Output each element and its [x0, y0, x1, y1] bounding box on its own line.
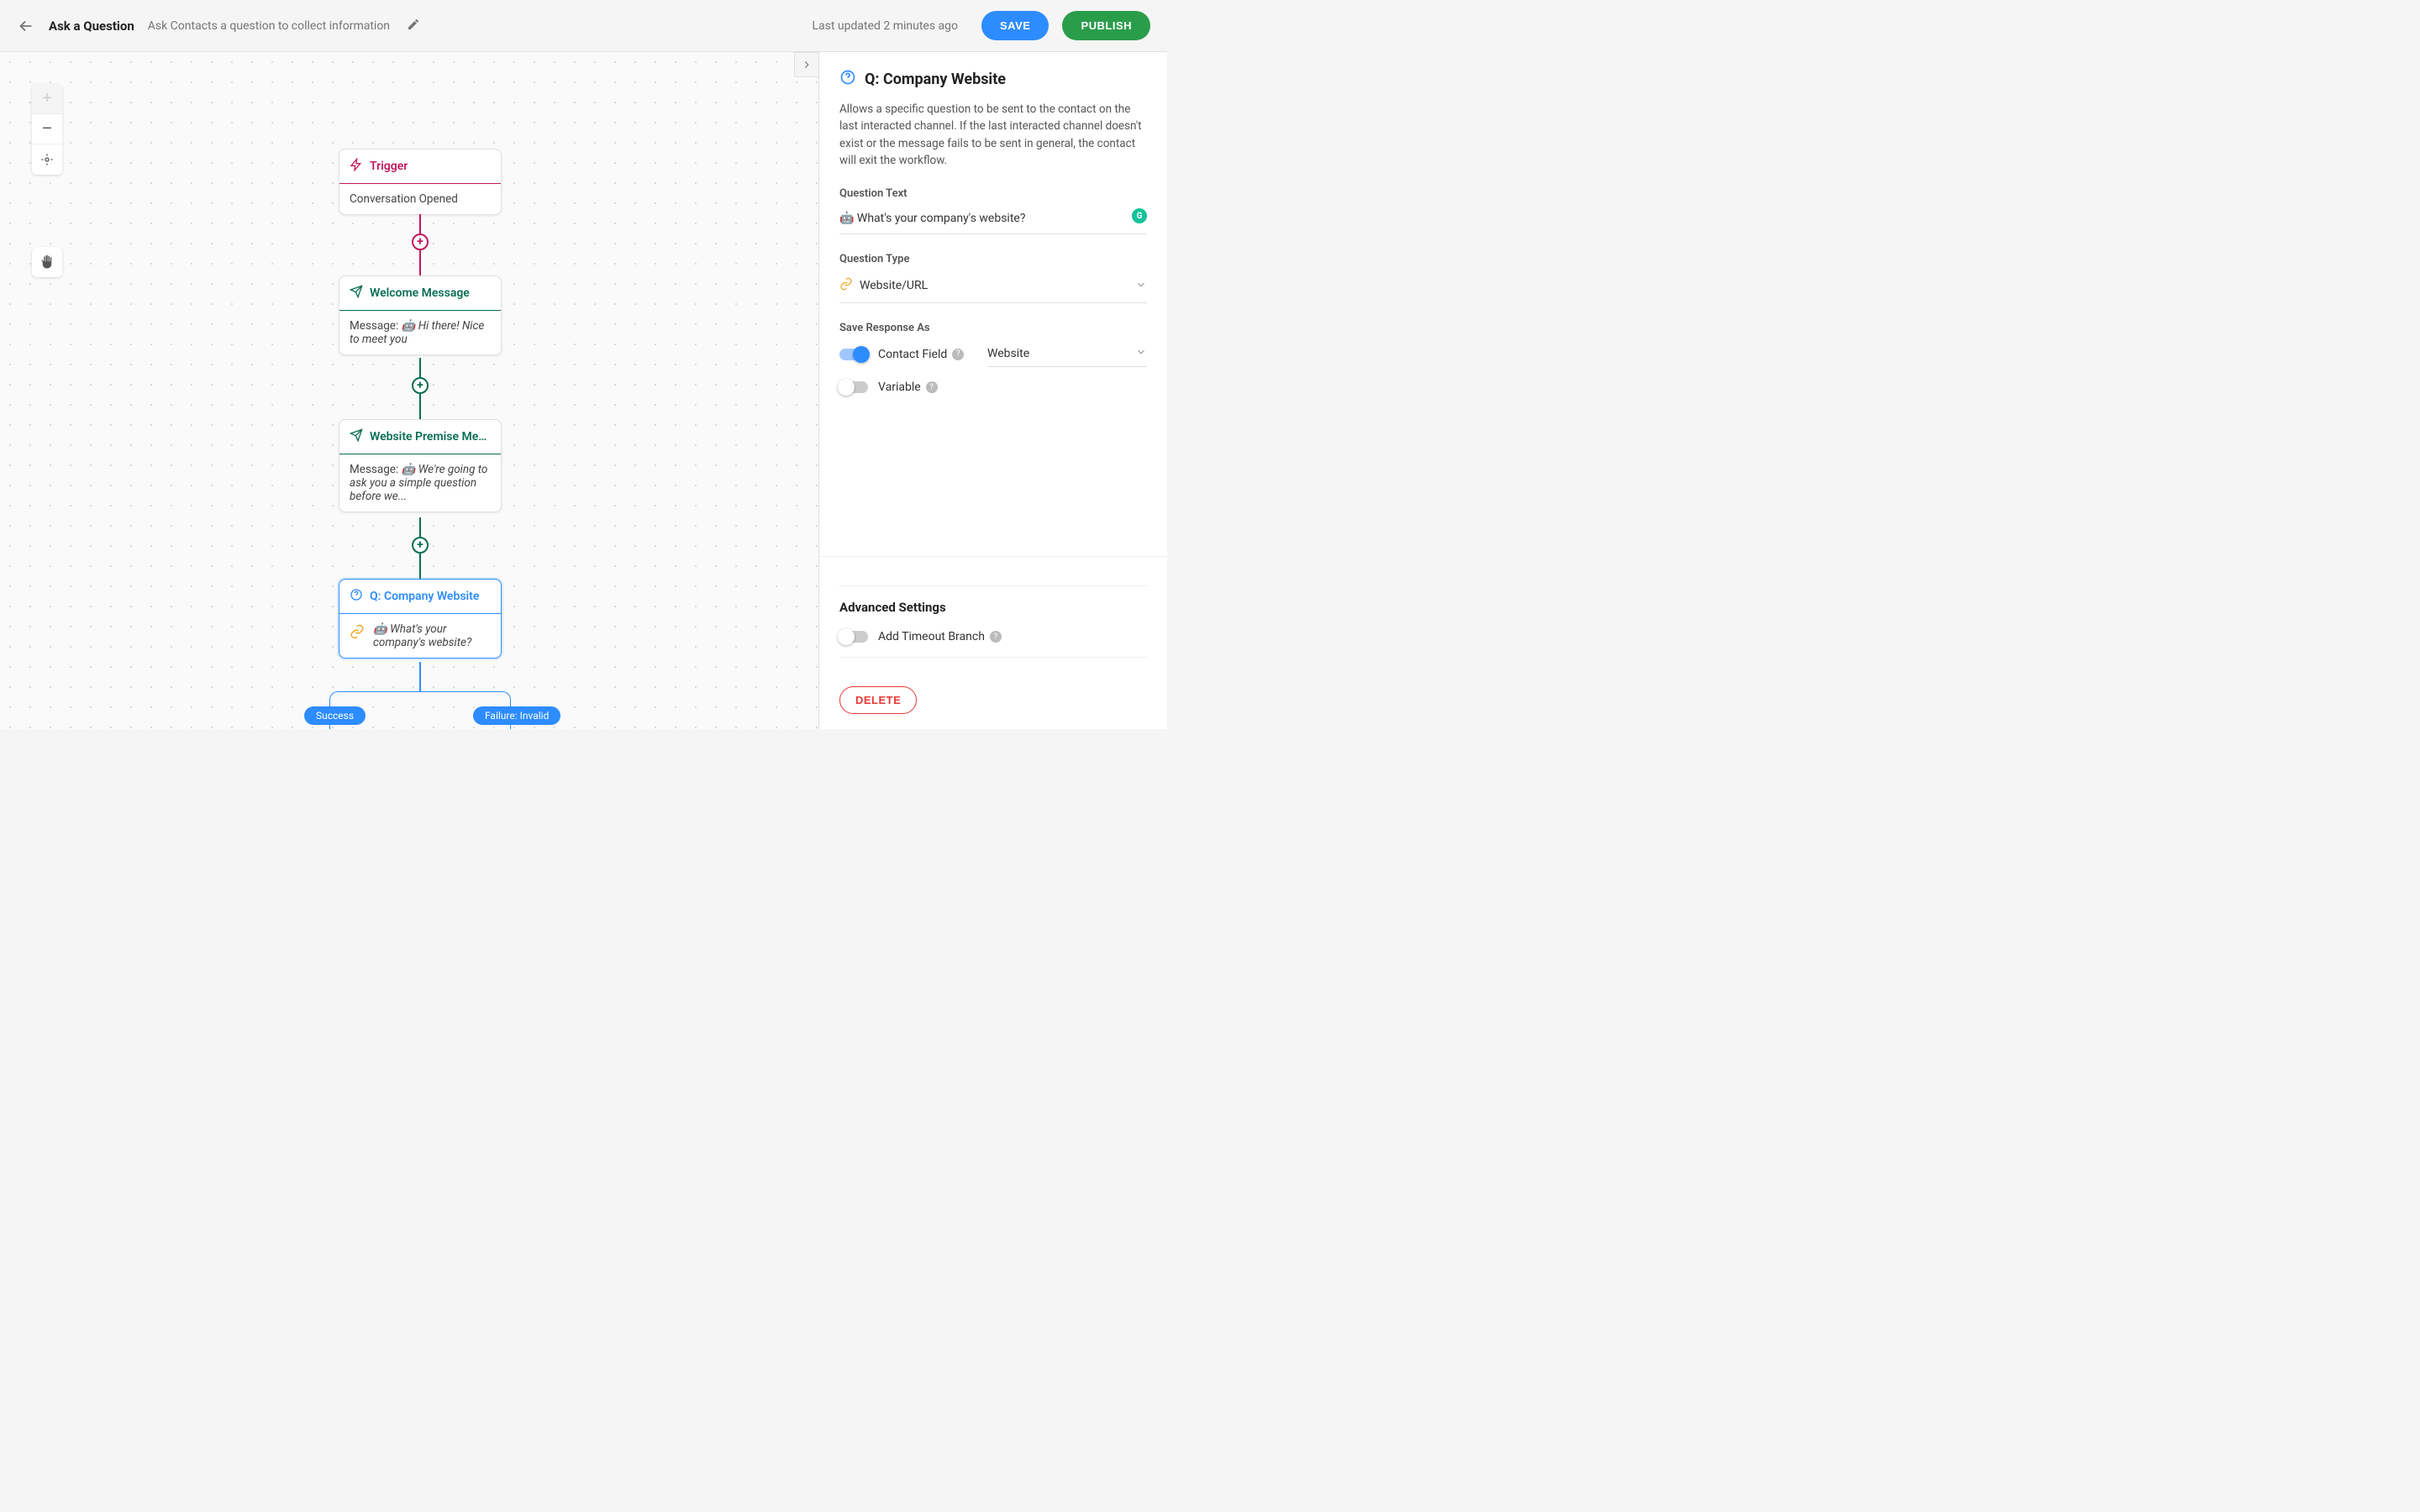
delete-button[interactable]: DELETE [839, 686, 917, 714]
node-premise-body: Message: 🤖 We're going to ask you a simp… [339, 454, 501, 512]
advanced-settings-title: Advanced Settings [839, 600, 1147, 615]
node-premise-title: Website Premise Messa… [370, 430, 491, 444]
zoom-out-button[interactable]: − [32, 114, 62, 144]
question-icon [839, 69, 856, 89]
node-question-company-website[interactable]: Q: Company Website 🤖 What's your company… [339, 579, 502, 659]
help-icon[interactable]: ? [926, 381, 938, 393]
edit-icon[interactable] [407, 18, 420, 34]
side-panel: Q: Company Website Allows a specific que… [818, 52, 1167, 729]
page-subtitle: Ask Contacts a question to collect infor… [148, 19, 390, 33]
top-bar: Ask a Question Ask Contacts a question t… [0, 0, 1167, 52]
question-type-select[interactable]: Website/URL [839, 272, 1147, 303]
add-step-button[interactable]: + [412, 377, 429, 394]
question-text-label: Question Text [839, 187, 1147, 200]
branch-success[interactable]: Success [304, 706, 366, 725]
zoom-in-button[interactable]: + [32, 84, 62, 114]
contact-field-toggle[interactable] [839, 349, 868, 360]
timeout-label: Add Timeout Branch ? [878, 630, 1002, 643]
branch-failure[interactable]: Failure: Invalid [473, 706, 560, 725]
grammarly-icon[interactable]: G [1132, 208, 1147, 223]
timeout-toggle[interactable] [839, 631, 868, 643]
save-response-label: Save Response As [839, 322, 1147, 334]
send-icon [350, 428, 363, 445]
chevron-down-icon [1135, 278, 1147, 294]
node-welcome-message[interactable]: Welcome Message Message: 🤖 Hi there! Nic… [339, 276, 502, 355]
zoom-controls: + − [32, 84, 62, 175]
link-icon [839, 277, 853, 294]
help-icon[interactable]: ? [990, 631, 1002, 643]
connector [419, 662, 421, 692]
node-website-premise[interactable]: Website Premise Messa… Message: 🤖 We're … [339, 419, 502, 512]
publish-button[interactable]: PUBLISH [1062, 11, 1150, 40]
contact-field-label: Contact Field ? [878, 348, 964, 361]
help-icon[interactable]: ? [952, 349, 964, 360]
node-trigger[interactable]: Trigger Conversation Opened [339, 149, 502, 215]
add-step-button[interactable]: + [412, 234, 429, 250]
node-welcome-title: Welcome Message [370, 286, 470, 300]
panel-description: Allows a specific question to be sent to… [839, 101, 1147, 169]
workflow-canvas[interactable]: + − Trigger Conversation Opened + [0, 52, 818, 729]
send-icon [350, 285, 363, 302]
question-text-input[interactable]: 🤖 What's your company's website? [839, 207, 1147, 234]
node-trigger-title: Trigger [370, 160, 408, 173]
collapse-panel-button[interactable] [794, 52, 819, 77]
variable-label: Variable ? [878, 381, 938, 394]
save-button[interactable]: SAVE [981, 11, 1049, 40]
question-icon [350, 588, 363, 605]
last-updated-text: Last updated 2 minutes ago [812, 19, 958, 33]
recenter-button[interactable] [32, 144, 62, 175]
panel-title: Q: Company Website [865, 71, 1006, 88]
add-step-button[interactable]: + [412, 537, 429, 554]
variable-toggle[interactable] [839, 381, 868, 393]
link-icon [350, 624, 365, 643]
node-question-title: Q: Company Website [370, 590, 479, 603]
back-arrow-icon[interactable] [17, 17, 35, 35]
pan-tool-button[interactable] [32, 247, 62, 277]
contact-field-select[interactable]: Website [987, 341, 1147, 367]
node-trigger-body: Conversation Opened [339, 184, 501, 214]
chevron-down-icon [1135, 346, 1147, 361]
question-type-label: Question Type [839, 253, 1147, 265]
trigger-icon [350, 158, 363, 175]
page-title: Ask a Question [49, 18, 134, 34]
node-question-body: 🤖 What's your company's website? [339, 614, 501, 658]
node-welcome-body: Message: 🤖 Hi there! Nice to meet you [339, 311, 501, 354]
